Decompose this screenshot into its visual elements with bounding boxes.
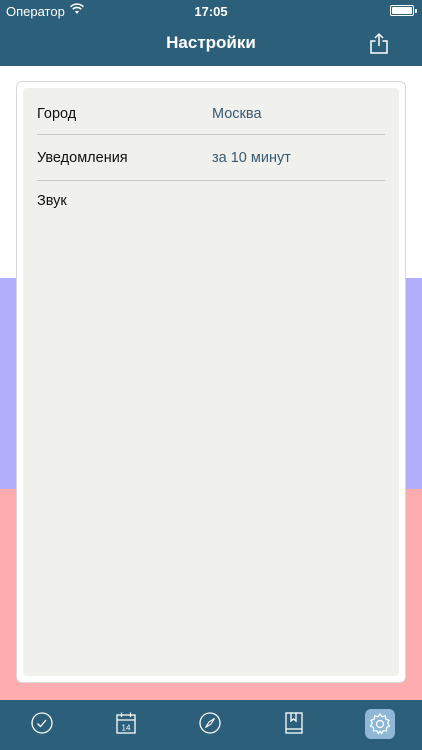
row-label: Уведомления bbox=[37, 150, 128, 166]
gear-icon bbox=[369, 712, 391, 735]
tab-bar: 14 bbox=[0, 700, 422, 750]
row-value: Москва bbox=[212, 106, 262, 122]
clock-icon bbox=[31, 712, 53, 734]
compass-icon bbox=[199, 712, 221, 734]
row-value: за 10 минут bbox=[212, 150, 291, 166]
battery-icon bbox=[390, 5, 417, 16]
status-time: 17:05 bbox=[194, 4, 228, 19]
tab-settings[interactable] bbox=[365, 709, 395, 739]
settings-list: Город Москва Уведомления за 10 минут Зву… bbox=[23, 88, 399, 676]
row-label: Звук bbox=[37, 193, 67, 209]
book-icon bbox=[285, 712, 303, 734]
status-bar: Оператор 17:05 bbox=[0, 0, 422, 22]
tab-compass[interactable] bbox=[197, 710, 223, 736]
calendar-badge: 14 bbox=[122, 724, 131, 733]
settings-row-notifications[interactable]: Уведомления за 10 минут bbox=[37, 136, 385, 180]
tab-calendar[interactable]: 14 bbox=[113, 710, 139, 736]
tab-clock[interactable] bbox=[29, 710, 55, 736]
row-label: Город bbox=[37, 106, 77, 122]
tab-book[interactable] bbox=[281, 710, 307, 736]
page-title: Настройки bbox=[166, 33, 256, 52]
nav-header: Оператор 17:05 Настройки bbox=[0, 0, 422, 66]
share-icon[interactable] bbox=[368, 32, 390, 54]
settings-row-sound[interactable]: Звук bbox=[37, 179, 385, 223]
settings-card: Город Москва Уведомления за 10 минут Зву… bbox=[16, 81, 406, 683]
settings-row-city[interactable]: Город Москва bbox=[37, 92, 385, 136]
divider bbox=[37, 134, 385, 135]
calendar-icon: 14 bbox=[116, 712, 136, 734]
